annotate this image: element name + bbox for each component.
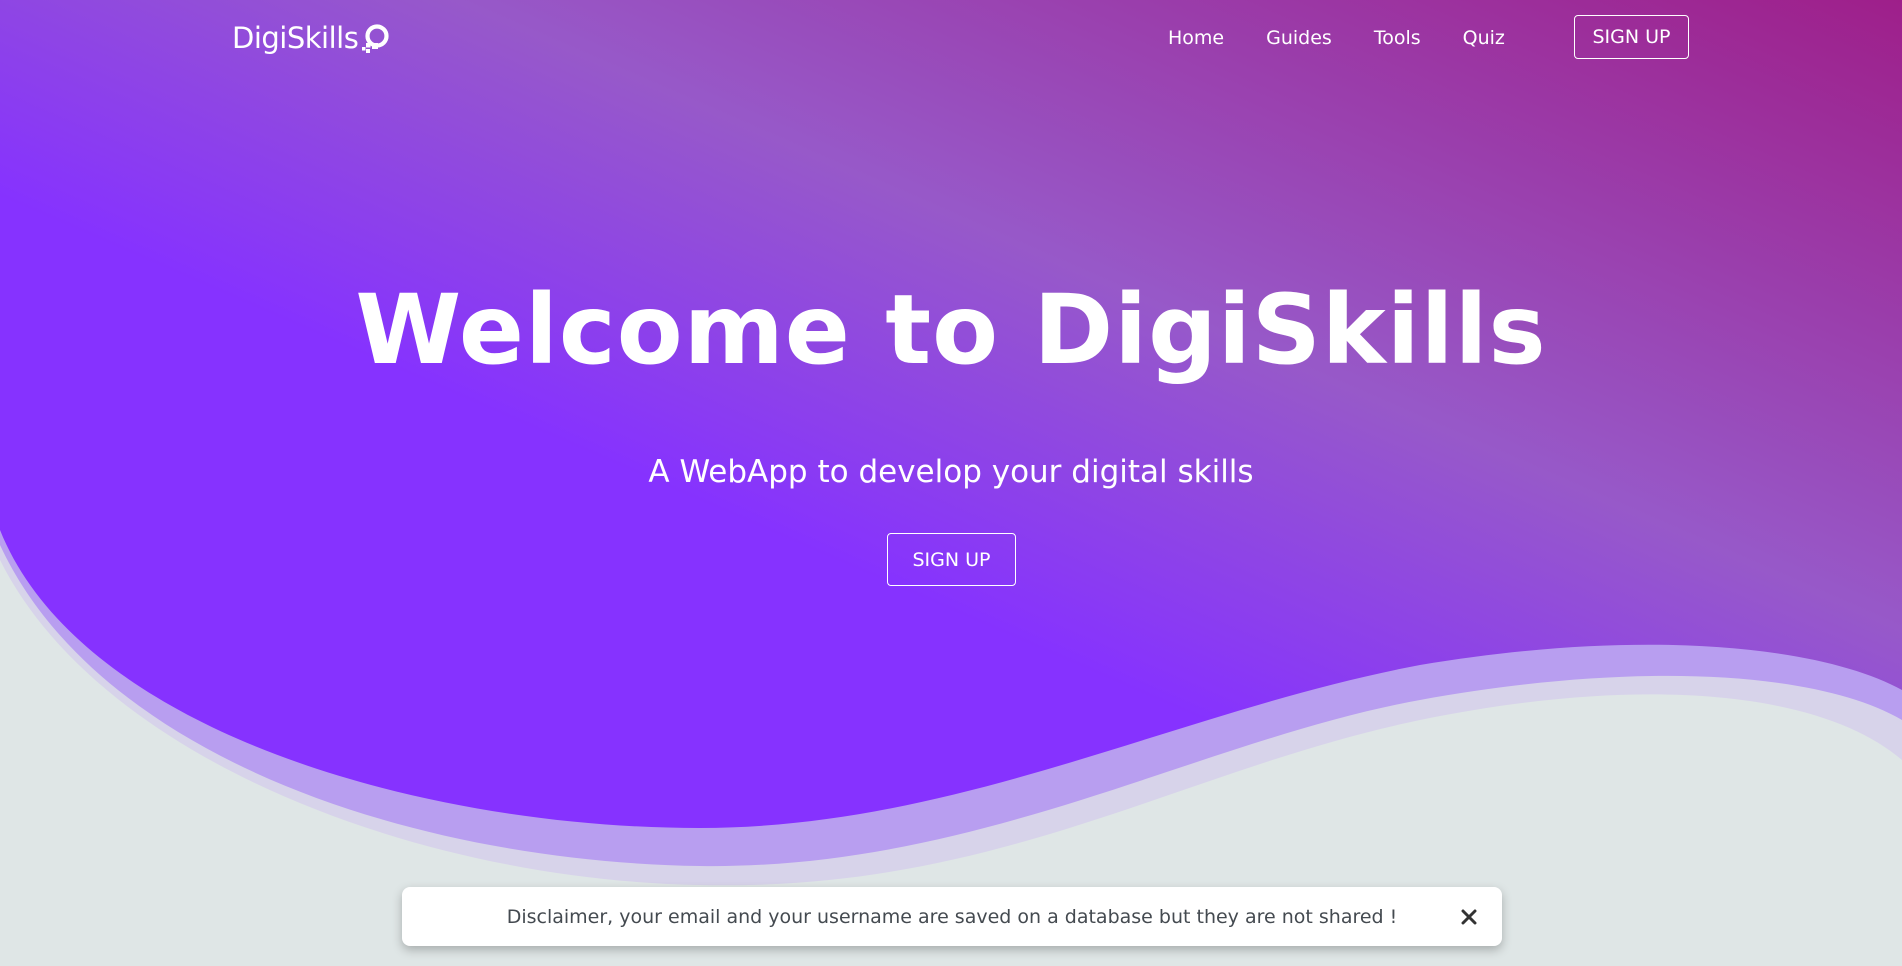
disclaimer-text: Disclaimer, your email and your username… — [506, 905, 1398, 928]
navbar: DigiSkills Home Guides Tools Quiz SIGN U… — [0, 0, 1902, 78]
page: DigiSkills Home Guides Tools Quiz SIGN U… — [0, 0, 1902, 966]
close-icon[interactable] — [1458, 906, 1480, 928]
wave-main — [0, 0, 1902, 828]
brand-logo-link[interactable]: DigiSkills — [232, 18, 390, 58]
brand-logo-icon — [362, 24, 389, 53]
disclaimer-banner: Disclaimer, your email and your username… — [402, 887, 1502, 946]
nav-link-guides[interactable]: Guides — [1266, 24, 1332, 52]
nav-signup-button[interactable]: SIGN UP — [1574, 15, 1689, 59]
close-icon-glyph — [1461, 909, 1477, 924]
nav-link-home[interactable]: Home — [1168, 24, 1224, 52]
hero-title: Welcome to DigiSkills — [355, 274, 1547, 386]
brand-name: DigiSkills — [232, 21, 359, 55]
hero-signup-button[interactable]: SIGN UP — [887, 533, 1016, 586]
nav-links: Home Guides Tools Quiz — [1168, 24, 1505, 52]
nav-link-tools[interactable]: Tools — [1374, 24, 1421, 52]
hero-subtitle: A WebApp to develop your digital skills — [648, 454, 1254, 490]
nav-link-quiz[interactable]: Quiz — [1463, 24, 1505, 52]
